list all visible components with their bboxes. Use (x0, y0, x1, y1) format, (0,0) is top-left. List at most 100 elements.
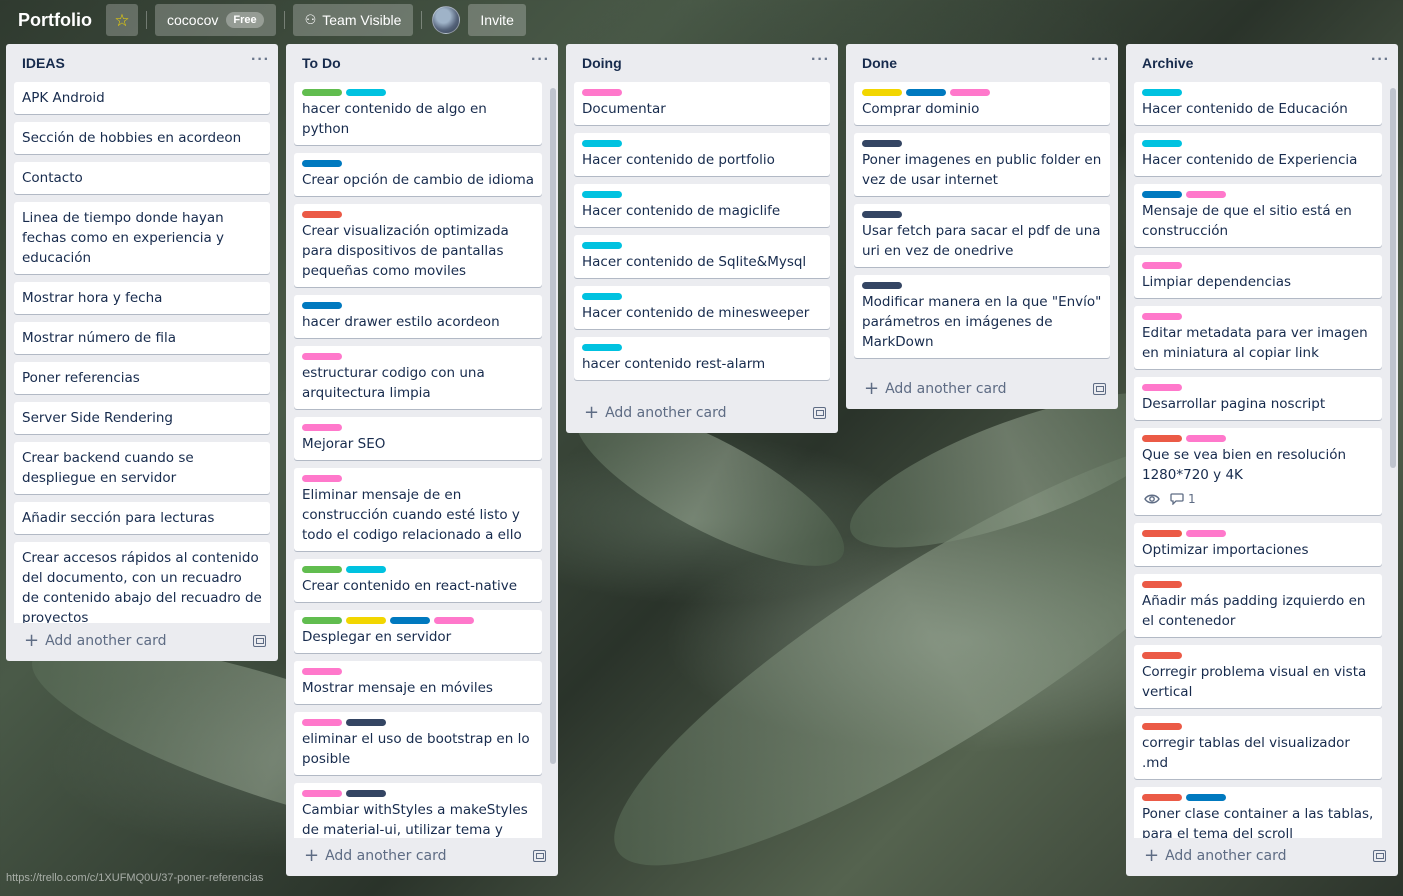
add-card-button[interactable]: + Add another card (1144, 847, 1287, 865)
card[interactable]: hacer drawer estilo acordeon (294, 295, 542, 338)
card[interactable]: Crear backend cuando se despliegue en se… (14, 442, 270, 494)
card[interactable]: Crear contenido en react-native (294, 559, 542, 602)
card-template-icon[interactable] (533, 850, 546, 862)
label-sky[interactable] (582, 242, 622, 249)
label-red[interactable] (1142, 530, 1182, 537)
card[interactable]: Añadir más padding izquierdo en el conte… (1134, 574, 1382, 637)
label-pink[interactable] (1142, 384, 1182, 391)
label-pink[interactable] (1186, 530, 1226, 537)
card[interactable]: Hacer contenido de portfolio (574, 133, 830, 176)
label-sky[interactable] (582, 191, 622, 198)
label-pink[interactable] (1142, 313, 1182, 320)
label-blue[interactable] (302, 302, 342, 309)
label-pink[interactable] (582, 89, 622, 96)
label-pink[interactable] (302, 719, 342, 726)
card-template-icon[interactable] (1373, 850, 1386, 862)
label-red[interactable] (1142, 581, 1182, 588)
card[interactable]: Crear opción de cambio de idioma (294, 153, 542, 196)
add-card-button[interactable]: + Add another card (24, 632, 167, 650)
label-pink[interactable] (302, 424, 342, 431)
add-card-button[interactable]: + Add another card (304, 847, 447, 865)
invite-button[interactable]: Invite (468, 4, 526, 36)
card[interactable]: Comprar dominio (854, 82, 1110, 125)
card[interactable]: Poner imagenes en public folder en vez d… (854, 133, 1110, 196)
label-red[interactable] (302, 211, 342, 218)
card[interactable]: Desplegar en servidor (294, 610, 542, 653)
add-card-button[interactable]: + Add another card (864, 380, 1007, 398)
card[interactable]: Modificar manera en la que "Envío" parám… (854, 275, 1110, 358)
card[interactable]: Mostrar mensaje en móviles (294, 661, 542, 704)
list-title[interactable]: To Do (302, 55, 341, 71)
label-sky[interactable] (582, 344, 622, 351)
label-navy[interactable] (862, 211, 902, 218)
list-menu-icon[interactable]: ··· (811, 51, 830, 75)
label-navy[interactable] (862, 140, 902, 147)
card[interactable]: Poner clase container a las tablas, para… (1134, 787, 1382, 838)
label-blue[interactable] (390, 617, 430, 624)
label-green[interactable] (302, 617, 342, 624)
card[interactable]: Usar fetch para sacar el pdf de una uri … (854, 204, 1110, 267)
card[interactable]: Hacer contenido de Educación (1134, 82, 1382, 125)
card[interactable]: Hacer contenido de Sqlite&Mysql (574, 235, 830, 278)
card[interactable]: Crear visualización optimizada para disp… (294, 204, 542, 287)
label-yellow[interactable] (862, 89, 902, 96)
card[interactable]: estructurar codigo con una arquitectura … (294, 346, 542, 409)
label-navy[interactable] (862, 282, 902, 289)
card[interactable]: Corregir problema visual en vista vertic… (1134, 645, 1382, 708)
label-blue[interactable] (302, 160, 342, 167)
label-pink[interactable] (1142, 262, 1182, 269)
label-sky[interactable] (582, 140, 622, 147)
label-pink[interactable] (302, 353, 342, 360)
card[interactable]: Mostrar número de fila (14, 322, 270, 354)
card[interactable]: hacer contenido de algo en python (294, 82, 542, 145)
list-menu-icon[interactable]: ··· (251, 51, 270, 75)
board-title[interactable]: Portfolio (10, 4, 100, 36)
label-red[interactable] (1142, 652, 1182, 659)
label-blue[interactable] (906, 89, 946, 96)
card[interactable]: Desarrollar pagina noscript (1134, 377, 1382, 420)
label-red[interactable] (1142, 794, 1182, 801)
card[interactable]: Hacer contenido de minesweeper (574, 286, 830, 329)
card[interactable]: Contacto (14, 162, 270, 194)
label-red[interactable] (1142, 435, 1182, 442)
label-sky[interactable] (582, 293, 622, 300)
workspace-button[interactable]: cococov Free (155, 4, 276, 36)
card[interactable]: Linea de tiempo donde hayan fechas como … (14, 202, 270, 274)
avatar[interactable] (432, 6, 461, 34)
card[interactable]: Mensaje de que el sitio está en construc… (1134, 184, 1382, 247)
label-sky[interactable] (346, 89, 386, 96)
card[interactable]: Sección de hobbies en acordeon (14, 122, 270, 154)
label-sky[interactable] (1142, 140, 1182, 147)
label-pink[interactable] (302, 790, 342, 797)
card[interactable]: Mostrar hora y fecha (14, 282, 270, 314)
star-button[interactable]: ☆ (106, 4, 138, 36)
card[interactable]: Hacer contenido de Experiencia (1134, 133, 1382, 176)
label-yellow[interactable] (346, 617, 386, 624)
card-template-icon[interactable] (813, 407, 826, 419)
card[interactable]: Cambiar withStyles a makeStyles de mater… (294, 783, 542, 838)
card[interactable]: Eliminar mensaje de en construcción cuan… (294, 468, 542, 551)
label-pink[interactable] (302, 668, 342, 675)
list-title[interactable]: Archive (1142, 55, 1193, 71)
label-red[interactable] (1142, 723, 1182, 730)
add-card-button[interactable]: + Add another card (584, 404, 727, 422)
card[interactable]: Limpiar dependencias (1134, 255, 1382, 298)
card[interactable]: Añadir sección para lecturas (14, 502, 270, 534)
card-template-icon[interactable] (253, 635, 266, 647)
card[interactable]: APK Android (14, 82, 270, 114)
label-navy[interactable] (346, 790, 386, 797)
card[interactable]: hacer contenido rest-alarm (574, 337, 830, 380)
label-pink[interactable] (1186, 435, 1226, 442)
label-blue[interactable] (1142, 191, 1182, 198)
label-sky[interactable] (346, 566, 386, 573)
card[interactable]: Server Side Rendering (14, 402, 270, 434)
card[interactable]: Que se vea bien en resolución 1280*720 y… (1134, 428, 1382, 515)
card[interactable]: Editar metadata para ver imagen en minia… (1134, 306, 1382, 369)
card[interactable]: Poner referencias (14, 362, 270, 394)
card[interactable]: Optimizar importaciones (1134, 523, 1382, 566)
label-pink[interactable] (1186, 191, 1226, 198)
card-template-icon[interactable] (1093, 383, 1106, 395)
label-pink[interactable] (434, 617, 474, 624)
list-title[interactable]: Doing (582, 55, 622, 71)
label-sky[interactable] (1142, 89, 1182, 96)
